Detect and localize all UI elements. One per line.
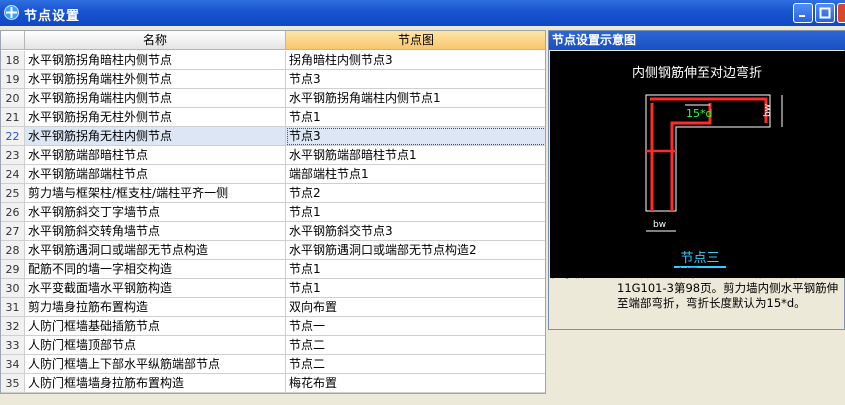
diagram-heading: 内侧钢筋伸至对边弯折	[632, 65, 762, 81]
table-row[interactable]: 22 水平钢筋拐角无柱内侧节点 节点3	[1, 127, 545, 146]
row-name[interactable]: 水平钢筋遇洞口或端部无节点构造	[25, 241, 286, 260]
row-name[interactable]: 剪力墙与框架柱/框支柱/端柱平齐一侧	[25, 184, 286, 203]
row-figure[interactable]: 水平钢筋拐角端柱内侧节点1	[286, 89, 545, 108]
row-name[interactable]: 水平钢筋斜交丁字墙节点	[25, 203, 286, 222]
row-number: 18	[1, 51, 25, 70]
row-name[interactable]: 水平钢筋端部暗柱节点	[25, 146, 286, 165]
row-number: 32	[1, 317, 25, 336]
row-number: 30	[1, 279, 25, 298]
row-name[interactable]: 人防门框墙墙身拉筋布置构造	[25, 374, 286, 393]
row-number: 23	[1, 146, 25, 165]
row-number: 33	[1, 336, 25, 355]
table-row[interactable]: 33 人防门框墙顶部节点 节点二	[1, 336, 545, 355]
table-row[interactable]: 29 配筋不同的墙一字相交构造 节点1	[1, 260, 545, 279]
row-figure[interactable]: 梅花布置	[286, 374, 545, 393]
row-figure[interactable]: 拐角暗柱内侧节点3	[286, 51, 545, 70]
row-name[interactable]: 人防门框墙上下部水平纵筋端部节点	[25, 355, 286, 374]
row-number: 22	[1, 127, 25, 146]
close-button[interactable]	[837, 3, 845, 23]
table-row[interactable]: 34 人防门框墙上下部水平纵筋端部节点 节点二	[1, 355, 545, 374]
window-title: 节点设置	[24, 9, 81, 24]
row-name[interactable]: 人防门框墙基础插筋节点	[25, 317, 286, 336]
row-number: 21	[1, 108, 25, 127]
table-row[interactable]: 19 水平钢筋拐角端柱外侧节点 节点3	[1, 70, 545, 89]
row-number: 27	[1, 222, 25, 241]
status-bar	[0, 396, 845, 405]
row-name[interactable]: 水平钢筋斜交转角墙节点	[25, 222, 286, 241]
table-row[interactable]: 24 水平钢筋端部端柱节点 端部端柱节点1	[1, 165, 545, 184]
row-figure[interactable]: 双向布置	[286, 298, 545, 317]
grid-header: 名称 节点图	[1, 31, 545, 51]
row-number: 28	[1, 241, 25, 260]
row-figure[interactable]: 节点2	[286, 184, 545, 203]
row-figure[interactable]: 节点二	[286, 355, 545, 374]
row-figure[interactable]: 节点一	[286, 317, 545, 336]
table-row[interactable]: 30 水平变截面墙水平钢筋构造 节点1	[1, 279, 545, 298]
table-row[interactable]: 35 人防门框墙墙身拉筋布置构造 梅花布置	[1, 374, 545, 393]
minimize-button[interactable]	[793, 3, 813, 23]
table-row[interactable]: 27 水平钢筋斜交转角墙节点 水平钢筋斜交节点3	[1, 222, 545, 241]
table-row[interactable]: 26 水平钢筋斜交丁字墙节点 节点1	[1, 203, 545, 222]
row-name[interactable]: 水平钢筋端部端柱节点	[25, 165, 286, 184]
diagram-caption: 节点三	[680, 251, 719, 266]
header-figure[interactable]: 节点图	[286, 31, 545, 50]
header-row-number	[1, 31, 25, 50]
row-number: 35	[1, 374, 25, 393]
bw-label-right: bw	[763, 104, 773, 117]
row-name[interactable]: 水平钢筋拐角暗柱内侧节点	[25, 51, 286, 70]
row-figure[interactable]: 端部端柱节点1	[286, 165, 545, 184]
settings-app-icon	[4, 5, 19, 20]
row-figure[interactable]: 节点1	[286, 279, 545, 298]
maximize-button[interactable]	[815, 3, 835, 23]
row-figure[interactable]: 水平钢筋遇洞口或端部无节点构造2	[286, 241, 545, 260]
row-number: 26	[1, 203, 25, 222]
row-figure[interactable]: 节点二	[286, 336, 545, 355]
row-name[interactable]: 配筋不同的墙一字相交构造	[25, 260, 286, 279]
row-number: 24	[1, 165, 25, 184]
row-name[interactable]: 水平钢筋拐角端柱内侧节点	[25, 89, 286, 108]
table-row[interactable]: 25 剪力墙与框架柱/框支柱/端柱平齐一侧 节点2	[1, 184, 545, 203]
hint-label: 提示信息：	[551, 266, 609, 280]
row-name[interactable]: 剪力墙身拉筋布置构造	[25, 298, 286, 317]
table-row[interactable]: 32 人防门框墙基础插筋节点 节点一	[1, 317, 545, 336]
row-number: 29	[1, 260, 25, 279]
row-number: 20	[1, 89, 25, 108]
row-number: 19	[1, 70, 25, 89]
node-diagram: 内侧钢筋伸至对边弯折 15*d bw bw 节点三	[550, 51, 845, 278]
node-diagram-svg: 内侧钢筋伸至对边弯折 15*d bw bw 节点三	[632, 65, 783, 268]
row-number: 34	[1, 355, 25, 374]
maximize-icon	[819, 7, 831, 19]
row-number: 25	[1, 184, 25, 203]
minimize-icon	[799, 15, 805, 17]
diagram-panel: 节点设置示意图 内侧钢筋伸至对边弯折 15*d bw bw 节点三 提示信息：	[548, 30, 845, 330]
row-figure[interactable]: 节点1	[286, 260, 545, 279]
row-name[interactable]: 水平变截面墙水平钢筋构造	[25, 279, 286, 298]
hint-text: 规范算法：来源11G101-1第77页和11G101-3第98页。剪力墙内侧水平…	[617, 266, 839, 310]
row-number: 31	[1, 298, 25, 317]
row-figure[interactable]: 节点3	[286, 70, 545, 89]
row-figure[interactable]: 节点3	[286, 127, 545, 146]
row-name[interactable]: 水平钢筋拐角端柱外侧节点	[25, 70, 286, 89]
table-row[interactable]: 31 剪力墙身拉筋布置构造 双向布置	[1, 298, 545, 317]
dim-label: 15*d	[686, 107, 712, 120]
panel-title: 节点设置示意图	[549, 31, 845, 50]
row-name[interactable]: 水平钢筋拐角无柱内侧节点	[25, 127, 286, 146]
title-bar: 节点设置	[0, 0, 845, 26]
table-row[interactable]: 20 水平钢筋拐角端柱内侧节点 水平钢筋拐角端柱内侧节点1	[1, 89, 545, 108]
bw-label-bottom: bw	[653, 220, 666, 230]
row-name[interactable]: 水平钢筋拐角无柱外侧节点	[25, 108, 286, 127]
table-row[interactable]: 18 水平钢筋拐角暗柱内侧节点 拐角暗柱内侧节点3	[1, 51, 545, 70]
header-name[interactable]: 名称	[25, 31, 286, 50]
row-figure[interactable]: 节点1	[286, 108, 545, 127]
row-figure[interactable]: 节点1	[286, 203, 545, 222]
table-row[interactable]: 23 水平钢筋端部暗柱节点 水平钢筋端部暗柱节点1	[1, 146, 545, 165]
node-settings-grid[interactable]: 名称 节点图 18 水平钢筋拐角暗柱内侧节点 拐角暗柱内侧节点3 19 水平钢筋拐角端柱…	[0, 30, 546, 394]
table-row[interactable]: 21 水平钢筋拐角无柱外侧节点 节点1	[1, 108, 545, 127]
row-figure[interactable]: 水平钢筋端部暗柱节点1	[286, 146, 545, 165]
row-name[interactable]: 人防门框墙顶部节点	[25, 336, 286, 355]
table-row[interactable]: 28 水平钢筋遇洞口或端部无节点构造 水平钢筋遇洞口或端部无节点构造2	[1, 241, 545, 260]
row-figure[interactable]: 水平钢筋斜交节点3	[286, 222, 545, 241]
